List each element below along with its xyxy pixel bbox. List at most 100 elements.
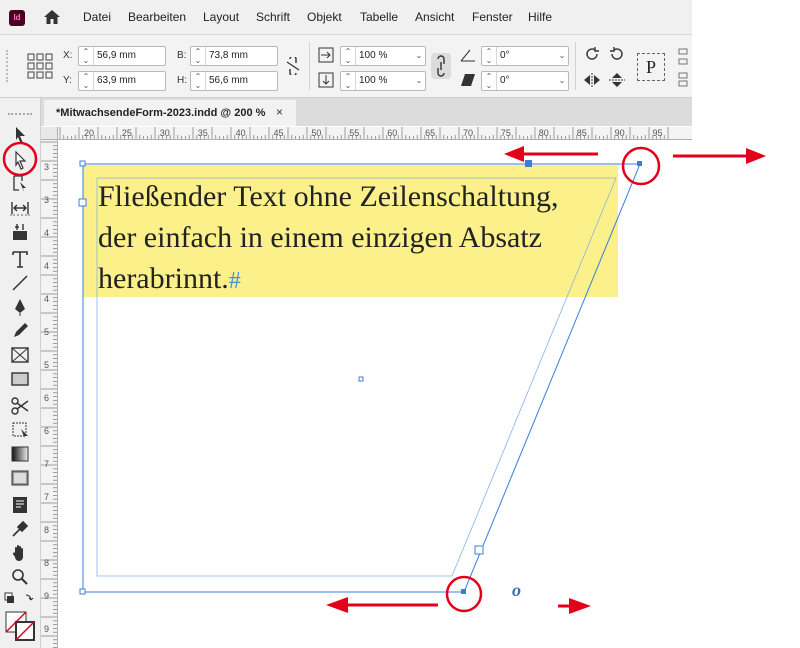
- pencil-tool-icon[interactable]: [9, 320, 31, 342]
- frame-handle-bottom-right[interactable]: [461, 589, 466, 594]
- separator: [575, 42, 576, 90]
- home-icon[interactable]: [43, 9, 61, 25]
- frame-handle[interactable]: [79, 160, 86, 167]
- text-line: der einfach in einem einzigen Absatz: [98, 221, 542, 254]
- scale-y-field[interactable]: ⌃ ⌄ 100 % ⌄: [340, 71, 426, 91]
- menu-layout[interactable]: Layout: [203, 10, 239, 24]
- text-line: Fließender Text ohne Zeilenschaltung,: [98, 180, 559, 213]
- menu-datei[interactable]: Datei: [83, 10, 111, 24]
- highlight-circle: [2, 141, 38, 177]
- scale-x-stepper-icon[interactable]: ⌃ ⌄: [341, 47, 356, 65]
- ruler-label: 3: [44, 162, 49, 172]
- frame-handle-bottom-left[interactable]: [79, 588, 86, 595]
- ruler-label: 60: [387, 128, 397, 138]
- vertical-ruler[interactable]: 3 3 4 4 4 5 5 6 6 7 7 8 8 9 9: [41, 140, 58, 648]
- scale-x-value: 100 %: [359, 50, 388, 61]
- width-stepper-icon[interactable]: ⌃ ⌄: [191, 47, 206, 65]
- ruler-ticks: 20 25 30 35 40 45 50 55 60 65 70 75 80 85 90 95: [59, 127, 669, 139]
- height-stepper-icon[interactable]: ⌃ ⌄: [191, 72, 206, 90]
- frame-center-point[interactable]: [358, 376, 364, 382]
- ruler-ticks: 3 3 4 4 4 5 5 6 6 7 7 8 8 9 9: [41, 141, 57, 648]
- menu-bar: Id Datei Bearbeiten Layout Schrift Objek…: [0, 0, 692, 35]
- shear-field[interactable]: ⌃ ⌄ 0° ⌄: [481, 71, 569, 91]
- close-icon[interactable]: ×: [276, 105, 283, 119]
- scissors-tool-icon[interactable]: [9, 395, 31, 417]
- menu-hilfe[interactable]: Hilfe: [528, 10, 552, 24]
- tool-highlight-overlay: [2, 141, 38, 177]
- zoom-tool-icon[interactable]: [9, 566, 31, 588]
- scale-x-field[interactable]: ⌃ ⌄ 100 % ⌄: [340, 46, 426, 66]
- rotate-clockwise-icon[interactable]: [583, 45, 601, 63]
- constrain-scale-button[interactable]: [431, 53, 451, 79]
- width-field[interactable]: ⌃ ⌄ 73,8 mm: [190, 46, 278, 66]
- proxy-p-icon[interactable]: P: [637, 53, 665, 81]
- shear-stepper-icon[interactable]: ⌃ ⌄: [482, 72, 497, 90]
- width-value: 73,8 mm: [209, 50, 248, 61]
- rotation-value: 0°: [500, 50, 510, 61]
- pen-tool-icon[interactable]: [9, 296, 31, 318]
- document-tab[interactable]: *MitwachsendeForm-2023.indd @ 200 % ×: [44, 100, 296, 126]
- horizontal-ruler[interactable]: 20 25 30 35 40 45 50 55 60 65 70 75 80 85 90 95: [58, 127, 692, 140]
- free-transform-tool-icon[interactable]: [9, 419, 31, 441]
- panel-grip[interactable]: [6, 50, 10, 82]
- rectangle-tool-icon[interactable]: [9, 368, 31, 390]
- height-field[interactable]: ⌃ ⌄ 56,6 mm: [190, 71, 278, 91]
- rectangle-frame-tool-icon[interactable]: [9, 344, 31, 366]
- flip-vertical-icon[interactable]: [608, 72, 626, 88]
- menu-tabelle[interactable]: Tabelle: [360, 10, 398, 24]
- chevron-down-icon[interactable]: ⌄: [413, 72, 425, 90]
- menu-schrift[interactable]: Schrift: [256, 10, 290, 24]
- chevron-down-icon[interactable]: ⌄: [556, 47, 568, 65]
- gradient-feather-tool-icon[interactable]: [9, 467, 31, 489]
- line-tool-icon[interactable]: [9, 272, 31, 294]
- frame-handle-left[interactable]: [78, 198, 87, 207]
- document-tab-title: *MitwachsendeForm-2023.indd @ 200 %: [56, 107, 266, 119]
- hand-tool-icon[interactable]: [9, 542, 31, 564]
- x-field[interactable]: ⌃ ⌄ 56,9 mm: [78, 46, 166, 66]
- ruler-label: 4: [44, 261, 49, 271]
- menu-ansicht[interactable]: Ansicht: [415, 10, 454, 24]
- rotation-field[interactable]: ⌃ ⌄ 0° ⌄: [481, 46, 569, 66]
- ruler-label: 5: [44, 327, 49, 337]
- menu-bearbeiten[interactable]: Bearbeiten: [128, 10, 186, 24]
- rotate-counterclockwise-icon[interactable]: [608, 45, 626, 63]
- menu-objekt[interactable]: Objekt: [307, 10, 342, 24]
- shear-value: 0°: [500, 75, 510, 86]
- default-fill-stroke-icon[interactable]: [4, 592, 36, 606]
- ruler-label: 9: [44, 624, 49, 634]
- x-label: X:: [63, 50, 73, 61]
- chevron-down-icon[interactable]: ⌄: [556, 72, 568, 90]
- ruler-origin[interactable]: [41, 127, 58, 140]
- fill-stroke-none-icon[interactable]: [4, 610, 36, 642]
- frame-handle-right[interactable]: [474, 545, 484, 555]
- note-tool-icon[interactable]: [9, 494, 31, 516]
- story-text[interactable]: Fließender Text ohne Zeilenschaltung, de…: [98, 176, 618, 302]
- frame-handle-top[interactable]: [525, 160, 532, 167]
- rotation-stepper-icon[interactable]: ⌃ ⌄: [482, 47, 497, 65]
- ruler-label: 25: [122, 128, 132, 138]
- frame-handle-top-right[interactable]: [637, 161, 642, 166]
- ruler-label: 7: [44, 492, 49, 502]
- content-collector-icon[interactable]: [9, 221, 31, 243]
- eyedropper-tool-icon[interactable]: [9, 518, 31, 540]
- constrain-proportions-icon[interactable]: [286, 57, 300, 75]
- ruler-label: 35: [198, 128, 208, 138]
- gradient-swatch-tool-icon[interactable]: [9, 443, 31, 465]
- x-stepper-icon[interactable]: ⌃ ⌄: [79, 47, 94, 65]
- y-field[interactable]: ⌃ ⌄ 63,9 mm: [78, 71, 166, 91]
- ruler-label: 55: [349, 128, 359, 138]
- gap-tool-icon[interactable]: [9, 197, 31, 219]
- chevron-down-icon[interactable]: ⌄: [413, 47, 425, 65]
- paragraph-end-marker: #: [228, 268, 241, 294]
- reference-point-icon[interactable]: [27, 53, 53, 79]
- y-stepper-icon[interactable]: ⌃ ⌄: [79, 72, 94, 90]
- tools-panel-grip[interactable]: [8, 113, 32, 118]
- align-distribute-icon[interactable]: [676, 45, 690, 89]
- control-panel: X: ⌃ ⌄ 56,9 mm Y: ⌃ ⌄ 63,9 mm B: ⌃ ⌄ 73,8 m…: [0, 35, 692, 98]
- menu-fenster[interactable]: Fenster: [472, 10, 513, 24]
- scale-y-stepper-icon[interactable]: ⌃ ⌄: [341, 72, 356, 90]
- ruler-label: 7: [44, 459, 49, 469]
- type-tool-icon[interactable]: [9, 248, 31, 270]
- flip-horizontal-icon[interactable]: [583, 72, 601, 88]
- y-value: 63,9 mm: [97, 75, 136, 86]
